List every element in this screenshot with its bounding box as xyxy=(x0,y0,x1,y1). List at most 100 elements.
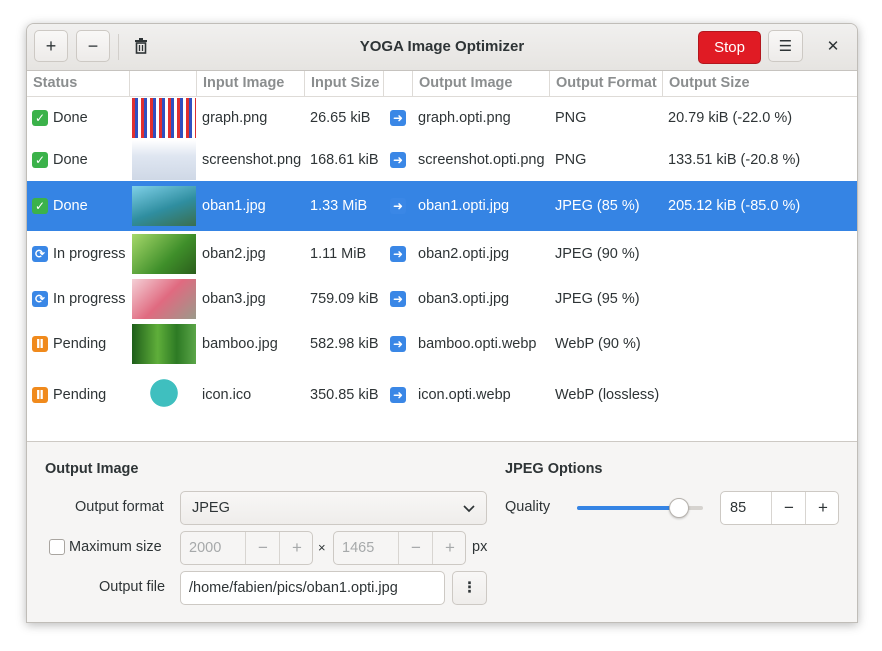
output-image-heading: Output Image xyxy=(45,461,139,477)
pause-icon: Ⅱ xyxy=(32,387,48,403)
table-row[interactable]: ⟳ In progress oban3.jpg 759.09 kiB ➜ oban3.op… xyxy=(27,276,857,321)
max-height-decrease-button[interactable]: − xyxy=(398,532,433,564)
hamburger-icon: ☰ xyxy=(778,38,793,55)
input-image-cell: bamboo.jpg xyxy=(202,336,278,352)
thumbnail-cell xyxy=(132,231,196,276)
table-row[interactable]: Ⅱ Pending icon.ico 350.85 kiB ➜ icon.opti.web… xyxy=(27,367,857,423)
stop-button[interactable]: Stop xyxy=(698,31,761,64)
output-format-cell: WebP (90 %) xyxy=(555,336,641,352)
status-text: Done xyxy=(53,198,88,214)
main-menu-button[interactable]: ☰ xyxy=(768,30,803,62)
max-width-spinbutton[interactable]: 2000 − + xyxy=(180,531,313,565)
column-output-size[interactable]: Output Size xyxy=(663,71,857,96)
max-width-value: 2000 xyxy=(189,540,222,556)
status-cell: ✓ Done xyxy=(32,96,88,139)
image-thumbnail xyxy=(132,233,196,274)
pixel-unit-label: px xyxy=(472,539,488,555)
arrow-right-icon: ➜ xyxy=(390,387,406,403)
input-size-cell: 759.09 kiB xyxy=(310,290,379,307)
arrow-cell: ➜ xyxy=(390,276,406,321)
output-file-browse-button[interactable]: ⋮ xyxy=(452,571,487,605)
pause-icon: Ⅱ xyxy=(32,336,48,352)
status-text: Pending xyxy=(53,387,107,403)
arrow-cell: ➜ xyxy=(390,321,406,367)
column-arrow[interactable] xyxy=(384,71,413,96)
output-format-cell: PNG xyxy=(555,109,587,126)
column-status[interactable]: Status xyxy=(27,71,130,96)
input-image-cell: screenshot.png xyxy=(202,152,302,168)
more-options-icon: ⋮ xyxy=(462,580,477,596)
status-cell: ⟳ In progress xyxy=(32,231,126,276)
arrow-cell: ➜ xyxy=(390,367,406,423)
max-width-decrease-button[interactable]: − xyxy=(245,532,280,564)
output-format-combobox[interactable]: JPEG xyxy=(180,491,487,525)
table-row[interactable]: Ⅱ Pending bamboo.jpg 582.98 kiB ➜ bamboo.opti… xyxy=(27,321,857,367)
status-text: In progress xyxy=(53,245,126,262)
close-icon: ✕ xyxy=(826,38,840,55)
quality-slider-handle[interactable] xyxy=(669,498,689,518)
column-input-size[interactable]: Input Size xyxy=(305,71,384,96)
column-input-image[interactable]: Input Image xyxy=(197,71,305,96)
thumbnail-cell xyxy=(132,96,196,139)
status-cell: Ⅱ Pending xyxy=(32,367,106,423)
image-thumbnail xyxy=(132,97,196,138)
maximum-size-checkbox[interactable] xyxy=(49,539,65,555)
quality-increase-button[interactable]: + xyxy=(805,492,840,524)
image-thumbnail xyxy=(132,324,196,364)
output-format-cell: PNG xyxy=(555,152,587,168)
close-window-button[interactable]: ✕ xyxy=(817,30,849,62)
input-image-cell: icon.ico xyxy=(202,387,252,403)
max-height-value: 1465 xyxy=(342,540,375,556)
thumbnail-cell xyxy=(132,139,196,181)
image-thumbnail xyxy=(132,375,196,415)
output-format-cell: WebP (lossless) xyxy=(555,387,660,403)
table-row[interactable]: ✓ Done oban1.jpg 1.33 MiB ➜ oban1.opti.jpg JPE… xyxy=(27,181,857,231)
output-image-cell: oban2.opti.jpg xyxy=(418,245,510,262)
check-icon: ✓ xyxy=(32,198,48,214)
input-size-cell: 350.85 kiB xyxy=(310,387,379,403)
table-row[interactable]: ⟳ In progress oban2.jpg 1.11 MiB ➜ oban2.opti… xyxy=(27,231,857,276)
output-format-cell: JPEG (85 %) xyxy=(555,198,640,214)
quality-value: 85 xyxy=(730,500,747,516)
column-output-image[interactable]: Output Image xyxy=(413,71,550,96)
table-row[interactable]: ✓ Done graph.png 26.65 kiB ➜ graph.opti.png PN… xyxy=(27,96,857,139)
max-height-increase-button[interactable]: + xyxy=(432,532,467,564)
column-output-format[interactable]: Output Format xyxy=(550,71,663,96)
output-file-input[interactable]: /home/fabien/pics/oban1.opti.jpg xyxy=(180,571,445,605)
input-image-cell: oban3.jpg xyxy=(202,290,266,307)
input-size-cell: 1.33 MiB xyxy=(310,198,368,214)
arrow-right-icon: ➜ xyxy=(390,152,406,168)
arrow-cell: ➜ xyxy=(390,96,406,139)
output-image-cell: icon.opti.webp xyxy=(418,387,511,403)
quality-slider-fill xyxy=(577,506,678,510)
quality-slider[interactable] xyxy=(577,497,703,519)
plus-icon: + xyxy=(292,538,302,557)
output-format-value: JPEG xyxy=(192,500,230,516)
maximum-size-label: Maximum size xyxy=(69,539,162,555)
thumbnail-cell xyxy=(132,276,196,321)
input-size-cell: 1.11 MiB xyxy=(310,245,367,262)
arrow-right-icon: ➜ xyxy=(390,109,406,126)
minus-icon: − xyxy=(411,538,421,557)
quality-decrease-button[interactable]: − xyxy=(771,492,806,524)
arrow-right-icon: ➜ xyxy=(390,290,406,307)
times-separator: × xyxy=(318,540,326,555)
max-height-spinbutton[interactable]: 1465 − + xyxy=(333,531,466,565)
output-format-cell: JPEG (90 %) xyxy=(555,245,640,262)
status-text: Done xyxy=(53,109,88,126)
progress-icon: ⟳ xyxy=(32,290,48,307)
header-bar: + − YOGA Image Optimizer Stop ☰ ✕ xyxy=(27,24,857,71)
quality-spinbutton[interactable]: 85 − + xyxy=(720,491,839,525)
max-width-increase-button[interactable]: + xyxy=(279,532,314,564)
output-image-cell: oban1.opti.jpg xyxy=(418,198,510,214)
image-thumbnail xyxy=(132,278,196,319)
chevron-down-icon xyxy=(463,505,475,513)
input-image-cell: oban2.jpg xyxy=(202,245,266,262)
table-header: Status Input Image Input Size Output Ima… xyxy=(27,71,857,97)
arrow-cell: ➜ xyxy=(390,231,406,276)
column-preview[interactable] xyxy=(130,71,197,96)
table-row[interactable]: ✓ Done screenshot.png 168.61 kiB ➜ screenshot… xyxy=(27,139,857,181)
input-image-cell: graph.png xyxy=(202,109,268,126)
arrow-right-icon: ➜ xyxy=(390,336,406,352)
status-cell: Ⅱ Pending xyxy=(32,321,106,367)
